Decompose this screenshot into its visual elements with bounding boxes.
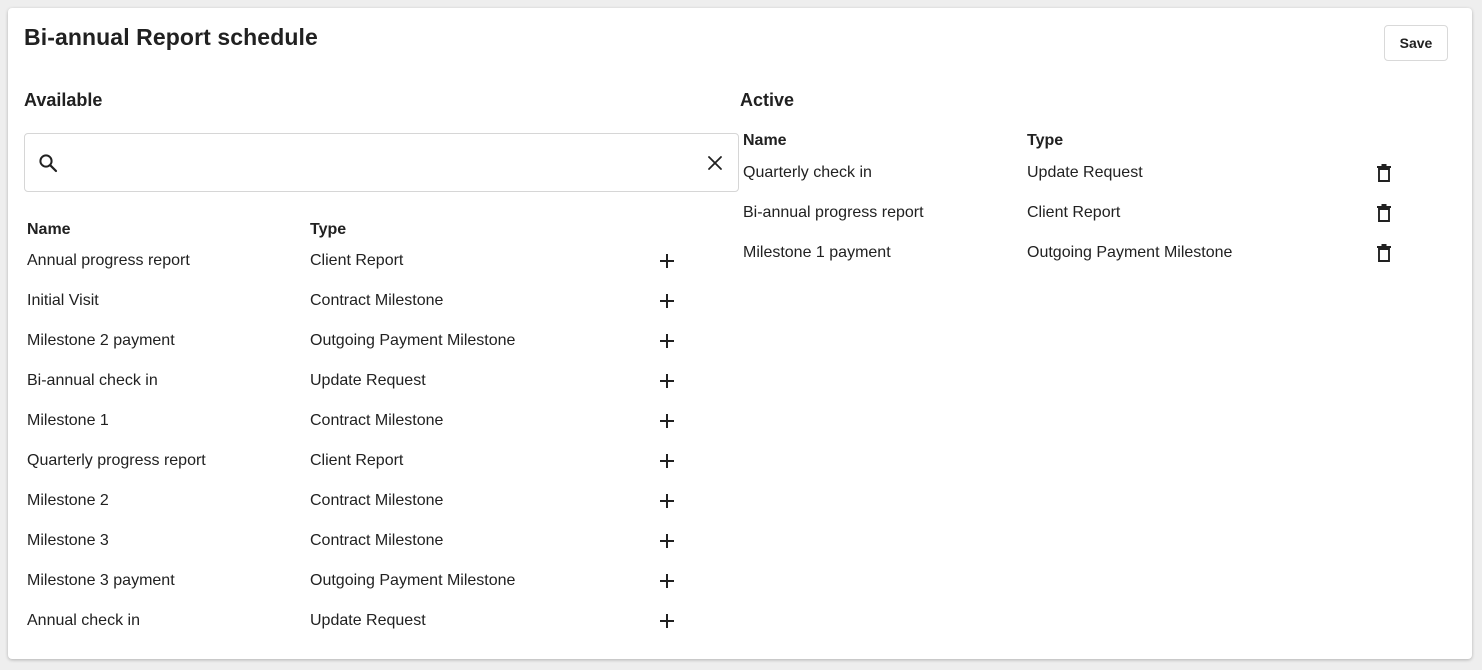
active-row: Bi-annual progress report Client Report <box>743 193 1443 233</box>
trash-icon <box>1374 163 1394 183</box>
add-button[interactable] <box>657 251 677 271</box>
search-input[interactable] <box>73 144 697 184</box>
active-row: Quarterly check in Update Request <box>743 153 1443 193</box>
available-row-name: Milestone 2 payment <box>27 332 175 349</box>
available-row: Milestone 3 Contract Milestone <box>27 521 717 561</box>
available-row-type: Outgoing Payment Milestone <box>310 332 516 349</box>
delete-button[interactable] <box>1374 243 1394 263</box>
page-title: Bi-annual Report schedule <box>24 24 318 50</box>
available-row: Initial Visit Contract Milestone <box>27 281 717 321</box>
available-row-type: Client Report <box>310 252 404 269</box>
close-icon[interactable] <box>707 155 723 171</box>
available-row-name: Milestone 2 <box>27 492 109 509</box>
available-row-type: Contract Milestone <box>310 412 444 429</box>
active-row-type: Outgoing Payment Milestone <box>1027 244 1233 261</box>
plus-icon <box>657 611 677 631</box>
add-button[interactable] <box>657 371 677 391</box>
plus-icon <box>657 371 677 391</box>
available-row: Milestone 2 payment Outgoing Payment Mile… <box>27 321 717 361</box>
active-row-name: Milestone 1 payment <box>743 244 891 261</box>
active-row-name: Bi-annual progress report <box>743 204 924 221</box>
available-row-name: Milestone 3 payment <box>27 572 175 589</box>
available-type-header: Type <box>310 221 347 238</box>
active-row-type: Client Report <box>1027 204 1121 221</box>
active-row: Milestone 1 payment Outgoing Payment Mile… <box>743 233 1443 273</box>
active-name-header: Name <box>743 132 787 149</box>
active-row-type: Update Request <box>1027 164 1143 181</box>
add-button[interactable] <box>657 491 677 511</box>
available-title: Available <box>24 90 103 110</box>
available-name-header: Name <box>27 221 71 238</box>
plus-icon <box>657 491 677 511</box>
available-row: Bi-annual check in Update Request <box>27 361 717 401</box>
add-button[interactable] <box>657 331 677 351</box>
schedule-card: Bi-annual Report schedule Save Available… <box>8 8 1472 659</box>
available-row: Annual progress report Client Report <box>27 241 717 281</box>
active-title: Active <box>740 90 795 110</box>
available-row-name: Annual check in <box>27 612 140 629</box>
search-box <box>24 133 739 192</box>
plus-icon <box>657 531 677 551</box>
search-icon <box>38 153 58 173</box>
available-row-name: Bi-annual check in <box>27 372 158 389</box>
available-row: Annual check in Update Request <box>27 601 717 641</box>
plus-icon <box>657 571 677 591</box>
available-row: Milestone 3 payment Outgoing Payment Mile… <box>27 561 717 601</box>
available-row-name: Quarterly progress report <box>27 452 206 469</box>
add-button[interactable] <box>657 411 677 431</box>
available-row-type: Outgoing Payment Milestone <box>310 572 516 589</box>
available-row: Milestone 2 Contract Milestone <box>27 481 717 521</box>
active-type-header: Type <box>1027 132 1064 149</box>
available-row-name: Milestone 1 <box>27 412 109 429</box>
plus-icon <box>657 251 677 271</box>
available-row-name: Annual progress report <box>27 252 190 269</box>
add-button[interactable] <box>657 611 677 631</box>
add-button[interactable] <box>657 571 677 591</box>
available-row-type: Contract Milestone <box>310 292 444 309</box>
available-row: Quarterly progress report Client Report <box>27 441 717 481</box>
add-button[interactable] <box>657 291 677 311</box>
available-row-type: Client Report <box>310 452 404 469</box>
plus-icon <box>657 331 677 351</box>
available-row: Milestone 1 Contract Milestone <box>27 401 717 441</box>
add-button[interactable] <box>657 531 677 551</box>
available-row-type: Update Request <box>310 372 426 389</box>
available-row-name: Initial Visit <box>27 292 99 309</box>
delete-button[interactable] <box>1374 203 1394 223</box>
available-row-type: Update Request <box>310 612 426 629</box>
trash-icon <box>1374 203 1394 223</box>
plus-icon <box>657 451 677 471</box>
trash-icon <box>1374 243 1394 263</box>
save-button[interactable]: Save <box>1384 25 1448 61</box>
plus-icon <box>657 411 677 431</box>
add-button[interactable] <box>657 451 677 471</box>
active-row-name: Quarterly check in <box>743 164 872 181</box>
plus-icon <box>657 291 677 311</box>
available-row-type: Contract Milestone <box>310 492 444 509</box>
delete-button[interactable] <box>1374 163 1394 183</box>
available-row-type: Contract Milestone <box>310 532 444 549</box>
available-row-name: Milestone 3 <box>27 532 109 549</box>
